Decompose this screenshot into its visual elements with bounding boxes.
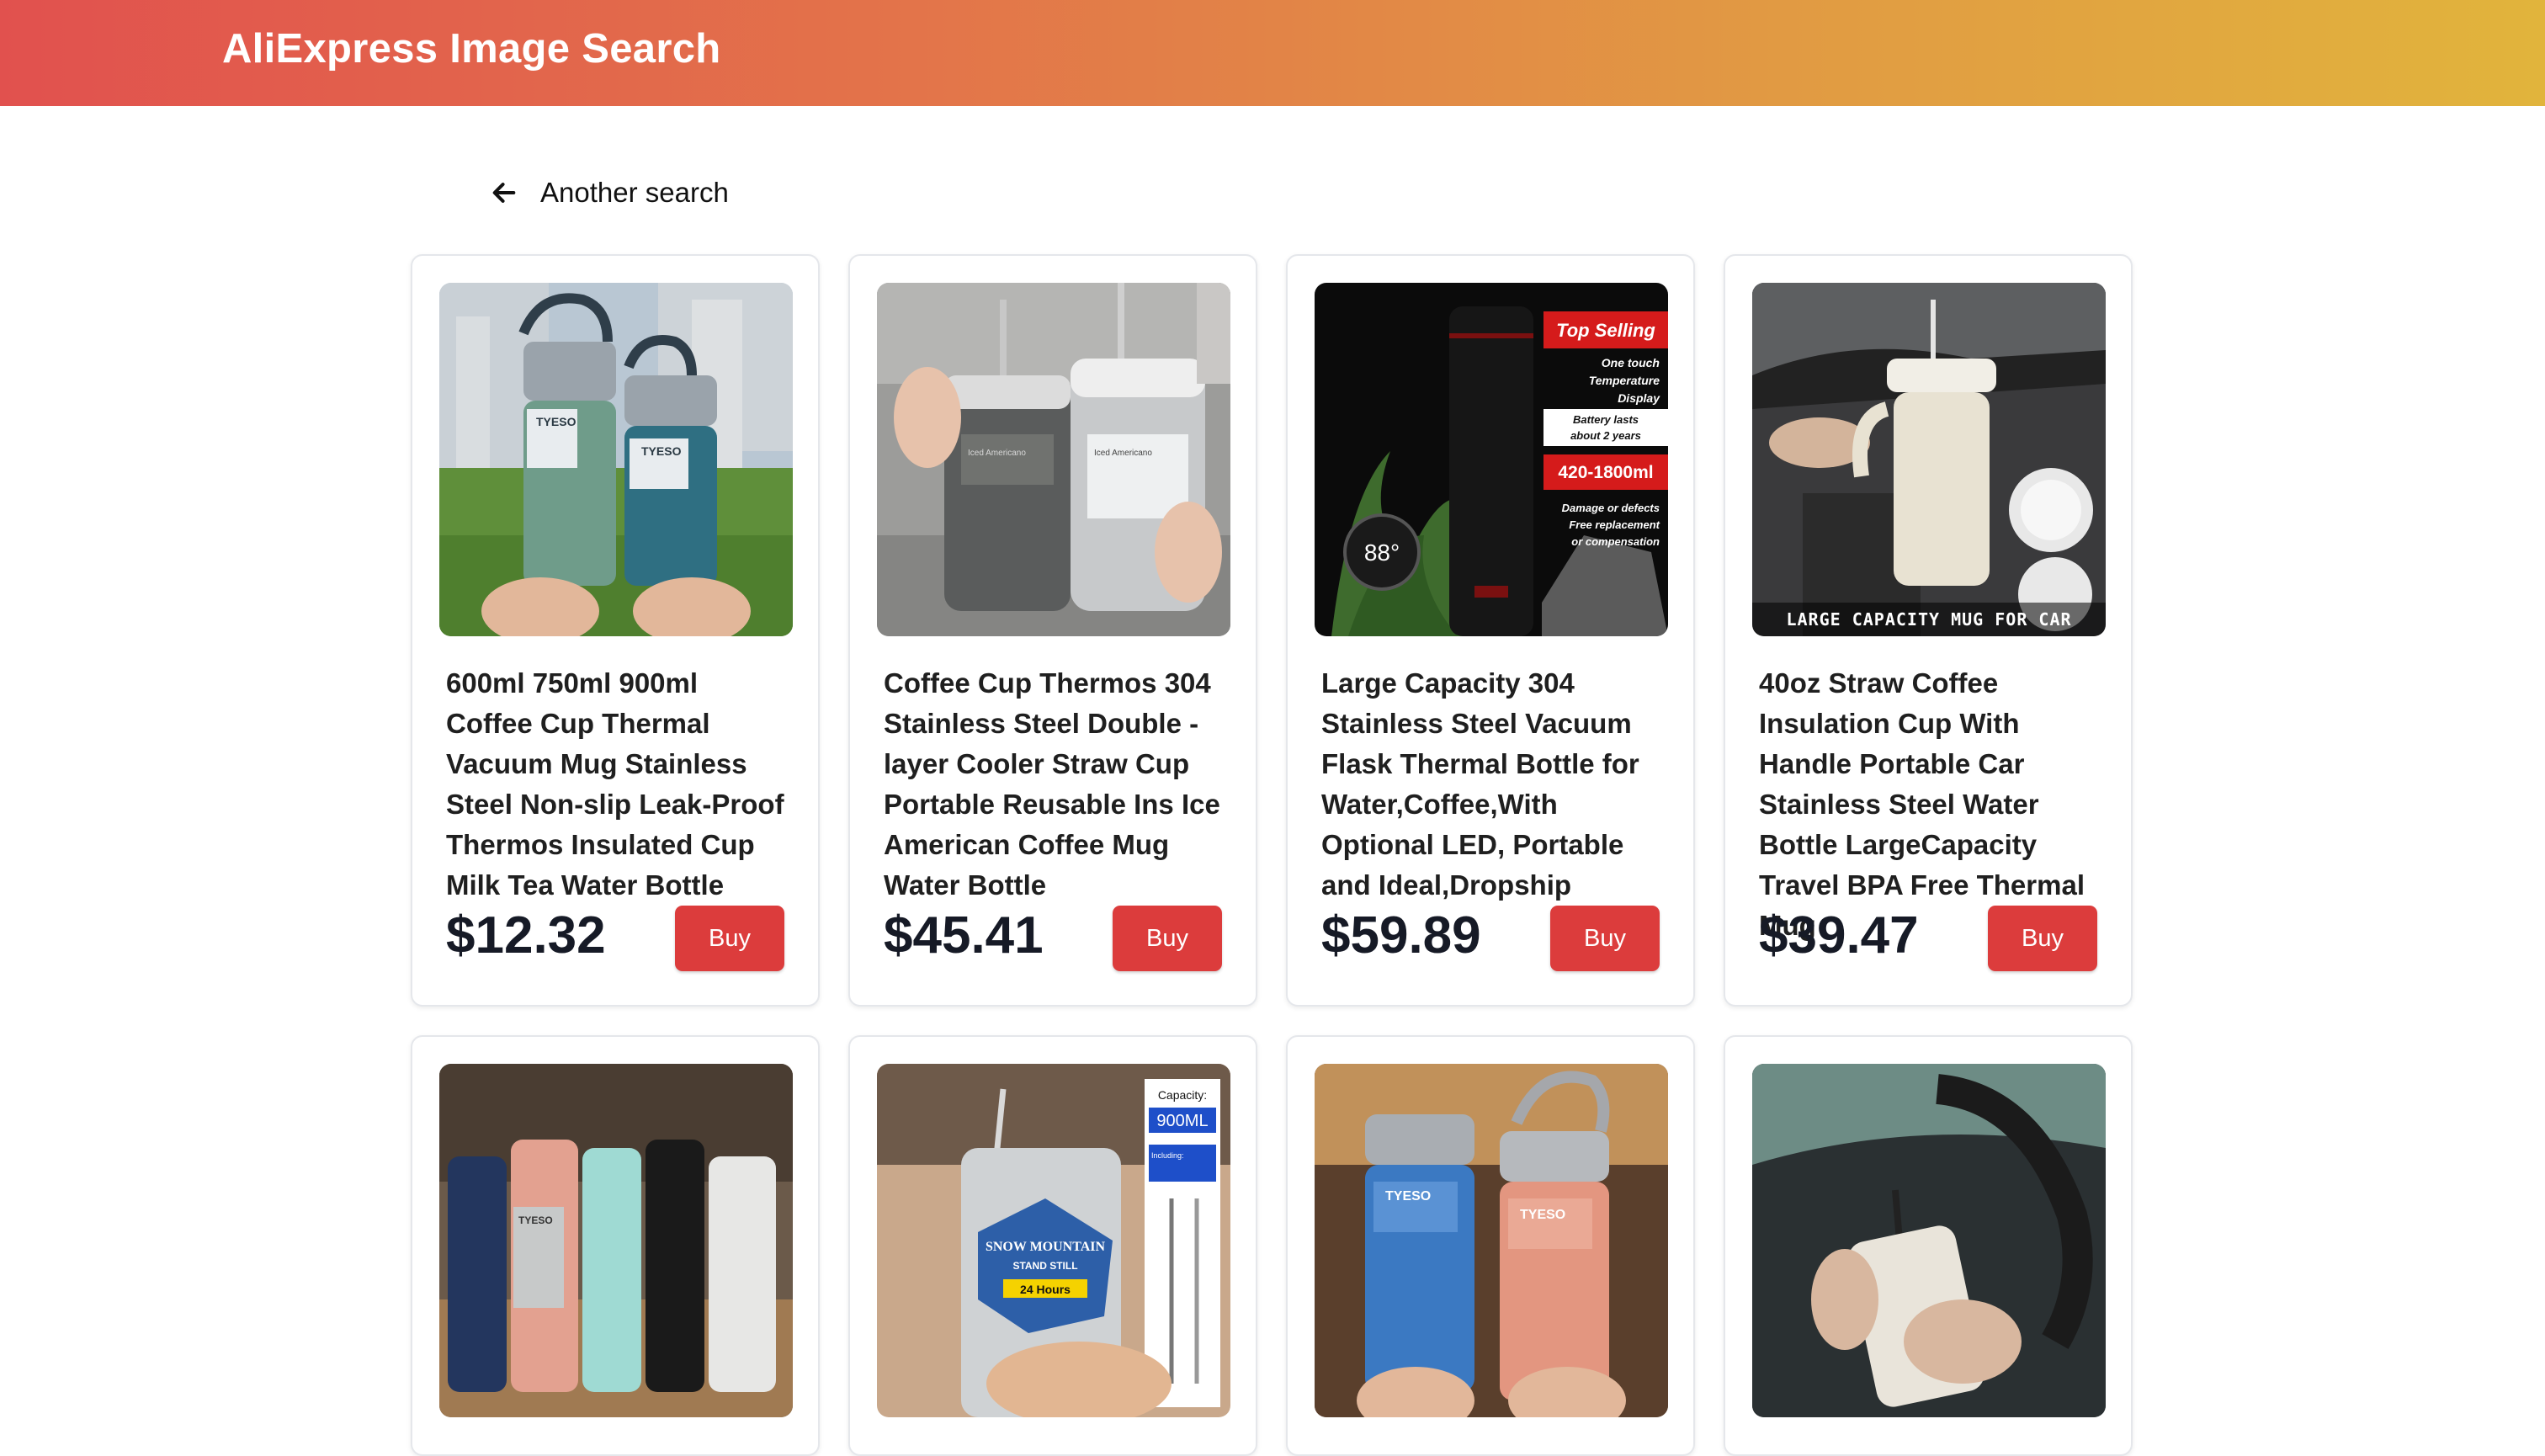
product-title[interactable]: 600ml 750ml 900ml Coffee Cup Thermal Vac… <box>446 663 791 906</box>
product-card[interactable] <box>1724 1035 2133 1456</box>
product-image[interactable]: TYESO TYESO <box>439 283 793 636</box>
svg-text:One touch: One touch <box>1602 356 1660 369</box>
product-card[interactable]: Iced Americano Iced Americano Coffee Cup… <box>848 254 1257 1007</box>
buy-button[interactable]: Buy <box>1113 906 1222 971</box>
product-image[interactable]: LARGE CAPACITY MUG FOR CAR <box>1752 283 2106 636</box>
svg-text:TYESO: TYESO <box>1520 1208 1565 1222</box>
svg-text:24 Hours: 24 Hours <box>1020 1283 1071 1296</box>
another-search-link[interactable]: Another search <box>490 172 729 214</box>
svg-text:Including:: Including: <box>1151 1151 1184 1160</box>
svg-text:TYESO: TYESO <box>1385 1189 1431 1204</box>
svg-text:TYESO: TYESO <box>641 444 682 458</box>
product-price: $12.32 <box>446 906 606 964</box>
product-image[interactable]: 88° Top Selling One touch Temperature Di… <box>1315 283 1668 636</box>
product-image[interactable]: SNOW MOUNTAIN STAND STILL 24 Hours Capac… <box>877 1064 1230 1417</box>
product-image[interactable]: TYESO TYESO <box>1315 1064 1668 1417</box>
product-card[interactable]: TYESO TYESO 600ml 750ml 900ml Coffee Cup… <box>411 254 820 1007</box>
buy-button[interactable]: Buy <box>1550 906 1660 971</box>
product-card[interactable]: 88° Top Selling One touch Temperature Di… <box>1286 254 1695 1007</box>
svg-text:Damage or defects: Damage or defects <box>1562 502 1660 514</box>
product-price: $39.47 <box>1759 906 1919 964</box>
svg-text:Battery lasts: Battery lasts <box>1573 413 1639 426</box>
svg-text:TYESO: TYESO <box>518 1214 553 1226</box>
svg-text:Temperature: Temperature <box>1589 374 1660 387</box>
product-image[interactable] <box>1752 1064 2106 1417</box>
svg-text:Top Selling: Top Selling <box>1556 320 1655 341</box>
svg-text:Free replacement: Free replacement <box>1569 518 1660 531</box>
product-image[interactable]: Iced Americano Iced Americano <box>877 283 1230 636</box>
svg-text:Capacity:: Capacity: <box>1158 1088 1207 1102</box>
svg-text:Iced Americano: Iced Americano <box>968 449 1026 458</box>
buy-button[interactable]: Buy <box>675 906 784 971</box>
svg-text:900ML: 900ML <box>1156 1112 1208 1130</box>
svg-text:STAND STILL: STAND STILL <box>1012 1260 1077 1272</box>
product-card[interactable]: LARGE CAPACITY MUG FOR CAR 40oz Straw Co… <box>1724 254 2133 1007</box>
product-title[interactable]: 40oz Straw Coffee Insulation Cup With Ha… <box>1759 663 2104 946</box>
svg-text:about 2 years: about 2 years <box>1570 429 1641 442</box>
buy-button[interactable]: Buy <box>1988 906 2097 971</box>
svg-text:LARGE CAPACITY MUG FOR CAR: LARGE CAPACITY MUG FOR CAR <box>1786 609 2071 630</box>
app-title: AliExpress Image Search <box>222 26 721 72</box>
product-image[interactable]: TYESO <box>439 1064 793 1417</box>
product-card[interactable]: TYESO TYESO <box>1286 1035 1695 1456</box>
product-card[interactable]: SNOW MOUNTAIN STAND STILL 24 Hours Capac… <box>848 1035 1257 1456</box>
product-title[interactable]: Large Capacity 304 Stainless Steel Vacuu… <box>1321 663 1666 906</box>
product-price: $59.89 <box>1321 906 1481 964</box>
app-header: AliExpress Image Search <box>0 0 2545 106</box>
product-card[interactable]: TYESO <box>411 1035 820 1456</box>
svg-text:TYESO: TYESO <box>536 415 576 428</box>
product-title[interactable]: Coffee Cup Thermos 304 Stainless Steel D… <box>884 663 1229 906</box>
another-search-label: Another search <box>540 177 729 208</box>
svg-text:or compensation: or compensation <box>1571 535 1660 548</box>
arrow-left-icon <box>492 183 516 203</box>
svg-text:420-1800ml: 420-1800ml <box>1558 463 1653 482</box>
svg-text:88°: 88° <box>1364 539 1400 566</box>
svg-text:SNOW MOUNTAIN: SNOW MOUNTAIN <box>986 1240 1106 1254</box>
svg-text:Iced Americano: Iced Americano <box>1094 449 1152 458</box>
product-price: $45.41 <box>884 906 1044 964</box>
svg-text:Display: Display <box>1618 391 1660 405</box>
